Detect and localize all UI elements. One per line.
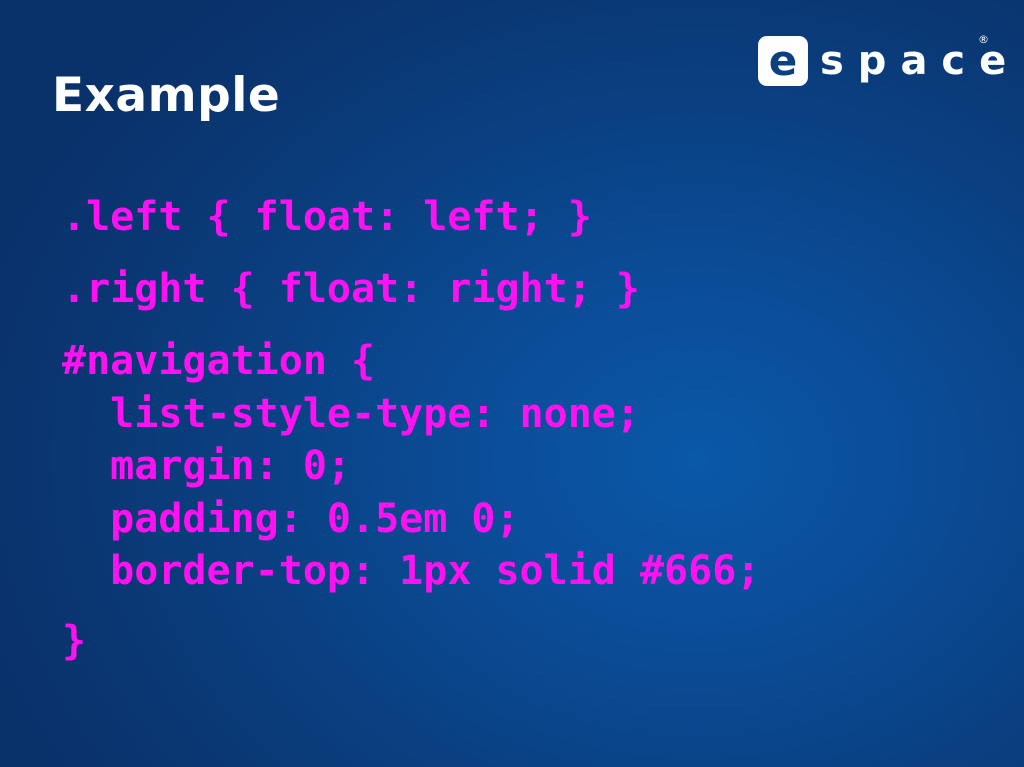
slide-title: Example [52, 68, 281, 123]
code-line: list-style-type: none; [62, 391, 640, 437]
code-line: } [62, 618, 87, 664]
code-line: border-top: 1px solid #666; [62, 548, 761, 594]
code-block: .left { float: left; } .right { float: r… [62, 192, 760, 664]
code-line: .right { float: right; } [62, 266, 640, 312]
code-line: padding: 0.5em 0; [62, 496, 520, 542]
logo-badge: e [758, 36, 808, 86]
logo-wordmark: space [820, 38, 1021, 84]
espace-logo: e space ® [758, 33, 1021, 86]
logo-badge-letter: e [768, 36, 798, 85]
code-line: #navigation { [62, 338, 376, 384]
code-line: .left { float: left; } [62, 194, 592, 240]
registered-mark: ® [978, 33, 989, 46]
code-line: margin: 0; [62, 443, 351, 489]
